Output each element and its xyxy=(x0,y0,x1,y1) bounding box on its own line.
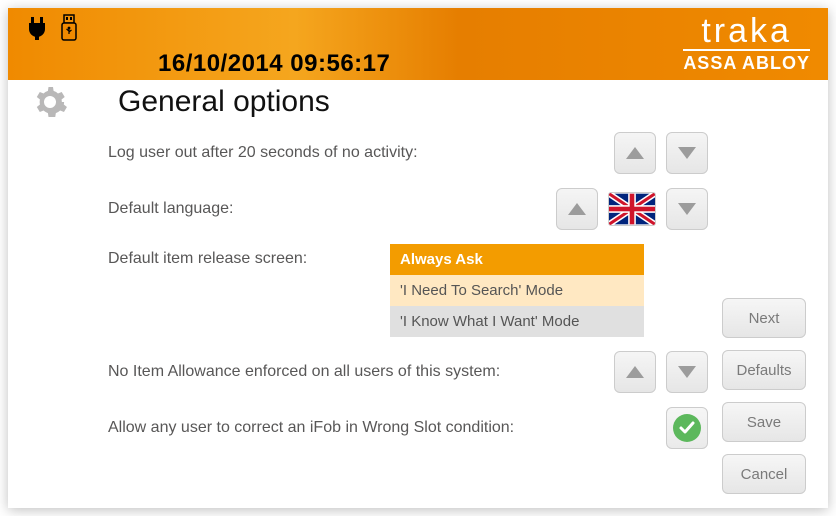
datetime-display: 16/10/2014 09:56:17 xyxy=(158,50,390,78)
gear-icon xyxy=(32,84,68,120)
brand-main: traka xyxy=(683,15,810,47)
allowance-down-button[interactable] xyxy=(666,351,708,393)
cancel-button[interactable]: Cancel xyxy=(722,454,806,494)
label-correct-slot: Allow any user to correct an iFob in Wro… xyxy=(108,419,548,437)
logout-timeout-down-button[interactable] xyxy=(666,132,708,174)
language-flag-icon xyxy=(608,192,656,226)
page-title: General options xyxy=(118,85,330,119)
label-allowance: No Item Allowance enforced on all users … xyxy=(108,363,548,381)
next-button[interactable]: Next xyxy=(722,298,806,338)
label-logout: Log user out after 20 seconds of no acti… xyxy=(108,144,548,162)
header-bar: 16/10/2014 09:56:17 traka ASSA ABLOY xyxy=(8,8,828,80)
usb-icon xyxy=(60,14,78,42)
brand-block: traka ASSA ABLOY xyxy=(683,15,810,74)
language-prev-button[interactable] xyxy=(556,188,598,230)
logout-timeout-up-button[interactable] xyxy=(614,132,656,174)
release-option-always-ask[interactable]: Always Ask xyxy=(390,244,644,275)
release-screen-list[interactable]: Always Ask 'I Need To Search' Mode 'I Kn… xyxy=(390,244,644,337)
checkmark-icon xyxy=(673,414,701,442)
release-option-search-mode[interactable]: 'I Need To Search' Mode xyxy=(390,275,644,306)
correct-slot-toggle[interactable] xyxy=(666,407,708,449)
language-next-button[interactable] xyxy=(666,188,708,230)
label-language: Default language: xyxy=(108,200,548,218)
label-release: Default item release screen: xyxy=(108,244,390,268)
defaults-button[interactable]: Defaults xyxy=(722,350,806,390)
power-plug-icon xyxy=(26,15,48,41)
save-button[interactable]: Save xyxy=(722,402,806,442)
allowance-up-button[interactable] xyxy=(614,351,656,393)
release-option-know-mode[interactable]: 'I Know What I Want' Mode xyxy=(390,306,644,337)
brand-sub: ASSA ABLOY xyxy=(683,53,810,74)
